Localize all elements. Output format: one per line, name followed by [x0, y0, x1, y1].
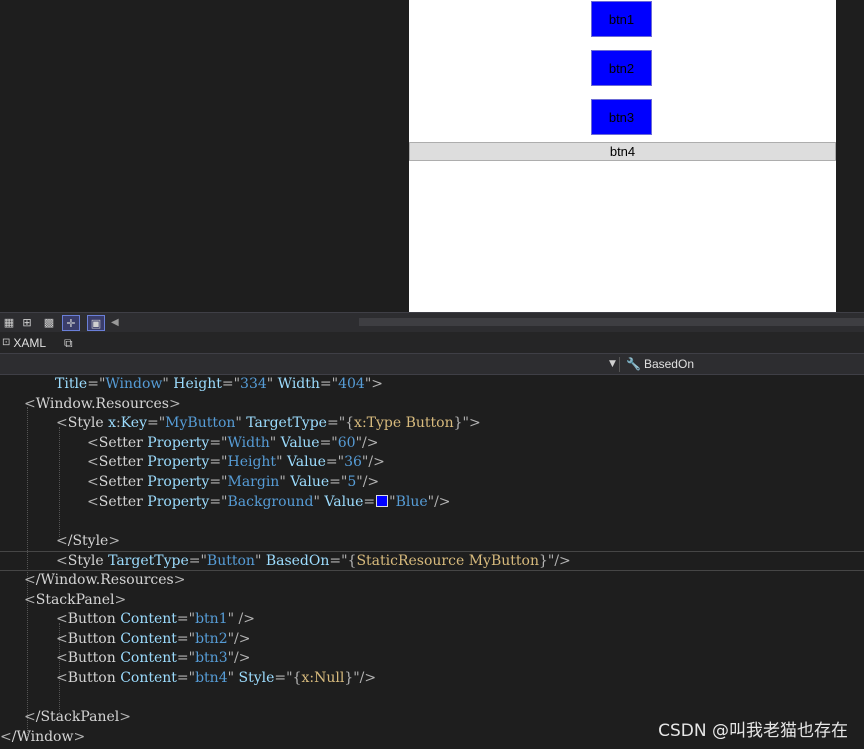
- code-line: <Setter Property="Width" Value="60"/>: [87, 434, 379, 451]
- code-line: <Setter Property="Margin" Value="5"/>: [87, 474, 380, 490]
- snap-grid-icon[interactable]: ⊞: [18, 315, 36, 331]
- code-line: Title="Window" Height="334" Width="404">: [55, 376, 383, 392]
- code-line: <Button Content="btn2"/>: [56, 630, 251, 647]
- navigation-bar: ▼ 🔧 BasedOn: [0, 354, 864, 375]
- snap-lines-icon[interactable]: ✛: [62, 315, 80, 331]
- code-line: <Setter Property="Height" Value="36"/>: [87, 454, 385, 471]
- window-preview[interactable]: btn1 btn2 btn3 btn4: [409, 0, 836, 312]
- member-dropdown[interactable]: 🔧 BasedOn: [626, 356, 694, 372]
- member-dropdown-label: BasedOn: [643, 357, 694, 371]
- code-line: </Style>: [56, 532, 121, 549]
- code-line: </StackPanel>: [24, 709, 131, 726]
- code-line: </Window.Resources>: [24, 572, 186, 588]
- color-swatch[interactable]: [376, 494, 389, 507]
- horizontal-scrollbar[interactable]: [359, 318, 864, 326]
- code-line-current: <Style TargetType="Button" BasedOn="{Sta…: [0, 551, 864, 571]
- chevron-down-icon[interactable]: ▼: [609, 357, 616, 371]
- code-line: <Button Content="btn1" />: [56, 611, 255, 628]
- code-line: <Button Content="btn3"/>: [56, 650, 251, 667]
- grid-icon[interactable]: ▦: [0, 315, 18, 331]
- swap-pane-icon: ⊡: [2, 337, 11, 348]
- preview-button-btn1[interactable]: btn1: [591, 1, 652, 37]
- checkerboard-icon[interactable]: ▩: [40, 315, 58, 331]
- tab-xaml[interactable]: ⊡ XAML: [2, 335, 46, 351]
- preview-button-btn4[interactable]: btn4: [409, 142, 836, 161]
- preview-button-btn2[interactable]: btn2: [591, 50, 652, 86]
- code-line: <Button Content="btn4" Style="{x:Null}"/…: [56, 670, 377, 686]
- editor-tab-bar: ⊡ XAML ⧉: [0, 332, 864, 354]
- annotation-icon[interactable]: ▣: [87, 315, 105, 331]
- designer-surface[interactable]: btn1 btn2 btn3 btn4: [0, 0, 864, 312]
- preview-button-btn3[interactable]: btn3: [591, 99, 652, 135]
- code-line: <Setter Property="Background" Value= "Blu…: [87, 493, 451, 510]
- indent-guide: [59, 427, 60, 537]
- popout-icon[interactable]: ⧉: [64, 335, 73, 351]
- xaml-code-editor[interactable]: Title="Window" Height="334" Width="404">…: [0, 375, 864, 749]
- wrench-icon: 🔧: [626, 357, 641, 371]
- code-line: <Window.Resources>: [24, 395, 181, 412]
- scroll-left-icon[interactable]: ◀: [111, 315, 119, 331]
- tab-xaml-label: XAML: [13, 336, 47, 350]
- nav-divider: [619, 357, 620, 372]
- code-line: <StackPanel>: [24, 591, 127, 608]
- code-line: <Style x:Key="MyButton" TargetType="{x:T…: [56, 415, 481, 432]
- designer-toolbar: ▦ ⊞ ▩ ✛ ▣ ◀: [0, 312, 864, 332]
- watermark: CSDN @叫我老猫也存在: [658, 721, 848, 741]
- code-line: </Window>: [0, 728, 86, 745]
